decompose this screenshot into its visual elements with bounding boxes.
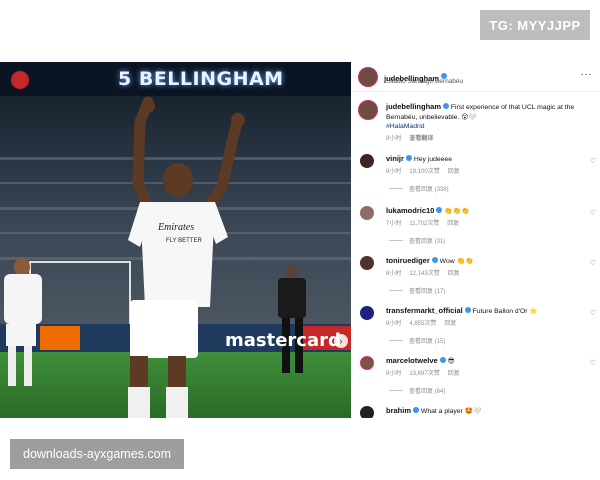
post-location[interactable]: Estadio Santiago Bernabéu	[384, 78, 463, 85]
heart-icon[interactable]: ♡	[590, 259, 596, 267]
comment-text: 😎	[447, 358, 455, 365]
caption-username[interactable]: judebellingham	[386, 102, 441, 111]
post-caption: judebellingham First experience of that …	[386, 102, 591, 144]
view-replies-link[interactable]: 查看回复 (31)	[389, 236, 445, 245]
comment-username[interactable]: marcelotwelve	[386, 356, 438, 365]
sponsor-board-text: mastercard	[225, 330, 341, 351]
next-image-button[interactable]: ›	[334, 334, 348, 348]
comment-meta: 8小时 4,855次赞 回复	[386, 318, 464, 327]
view-replies-link[interactable]: 查看回复 (17)	[389, 286, 445, 295]
verified-badge-icon	[405, 155, 412, 162]
comment-body: brahim What a player 🤩🤍	[386, 406, 581, 416]
stadium-screen-text: 5 BELLINGHAM	[118, 68, 284, 90]
comment-body: lukamodric10 👏👏👏	[386, 206, 581, 216]
heart-icon[interactable]: ♡	[590, 209, 596, 217]
caption-meta: 8小时 查看翻译	[386, 135, 591, 145]
reply-button[interactable]: 回复	[448, 371, 460, 377]
comment-text: Hey judeeee	[413, 156, 452, 163]
photo-illustration: Emirates FLY BETTER	[0, 62, 351, 418]
see-translation-link[interactable]: 查看翻译	[409, 136, 433, 142]
comment-likes[interactable]: 11,702次赞	[409, 221, 439, 227]
comment-time: 8小时	[386, 169, 402, 175]
comment-meta: 8小时 19,100次赞 回复	[386, 166, 468, 175]
comment-time: 8小时	[386, 321, 402, 327]
watermark-bottom: downloads-ayxgames.com	[10, 439, 184, 469]
comment-time: 7小时	[386, 221, 402, 227]
view-replies-link[interactable]: 查看回复 (15)	[389, 336, 445, 345]
reply-button[interactable]: 回复	[448, 169, 460, 175]
commenter-avatar[interactable]	[360, 206, 374, 220]
comment-item: vinijr Hey judeeee 8小时 19,100次赞 回复 查看回复 (3…	[352, 152, 600, 202]
heart-icon[interactable]: ♡	[590, 157, 596, 165]
comment-text: Future Ballon d'Or ⭐	[472, 308, 538, 315]
comment-body: transfermarkt_official Future Ballon d'O…	[386, 306, 581, 316]
comment-likes[interactable]: 4,855次赞	[409, 321, 436, 327]
caption-time: 8小时	[386, 135, 402, 142]
post-side-panel: judebellingham Estadio Santiago Bernabéu…	[352, 62, 600, 418]
comment-item: marcelotwelve 😎 8小时 13,697次赞 回复 查看回复 (64) …	[352, 354, 600, 404]
verified-badge-icon	[464, 307, 471, 314]
author-avatar[interactable]	[358, 67, 378, 87]
comment-meta: 7小时 11,702次赞 回复	[386, 218, 467, 227]
comment-likes[interactable]: 12,143次赞	[409, 271, 439, 277]
comment-item: transfermarkt_official Future Ballon d'O…	[352, 304, 600, 354]
comment-username[interactable]: toniruediger	[386, 256, 430, 265]
commenter-avatar[interactable]	[360, 406, 374, 418]
comment-body: vinijr Hey judeeee	[386, 154, 581, 164]
verified-badge-icon	[436, 207, 443, 214]
view-replies-link[interactable]: 查看回复 (64)	[389, 386, 445, 395]
caption-hashtag[interactable]: #HalaMadrid	[386, 123, 425, 130]
comment-meta: 8小时 13,697次赞 回复	[386, 368, 468, 377]
screenshot: TG: MYYJJPP Emirates FLY BETTER 5 BELLIN…	[0, 0, 600, 480]
svg-text:Emirates: Emirates	[157, 222, 194, 233]
commenter-avatar[interactable]	[360, 256, 374, 270]
comment-time: 8小时	[386, 271, 402, 277]
comment-body: toniruediger Wow 👏👏	[386, 256, 581, 266]
verified-badge-icon	[439, 357, 446, 364]
heart-icon[interactable]: ♡	[590, 359, 596, 367]
watermark-top: TG: MYYJJPP	[480, 10, 590, 40]
comment-text: 👏👏👏	[444, 208, 470, 215]
comment-likes[interactable]: 13,697次赞	[409, 371, 439, 377]
comment-item: lukamodric10 👏👏👏 7小时 11,702次赞 回复 查看回复 (31)…	[352, 204, 600, 254]
heart-icon[interactable]: ♡	[590, 309, 596, 317]
reply-button[interactable]: 回复	[447, 221, 459, 227]
comment-username[interactable]: lukamodric10	[386, 206, 434, 215]
commenter-avatar[interactable]	[360, 356, 374, 370]
comment-likes[interactable]: 19,100次赞	[409, 169, 439, 175]
svg-text:FLY BETTER: FLY BETTER	[166, 238, 202, 244]
comment-item: brahim What a player 🤩🤍	[352, 404, 600, 418]
reply-button[interactable]: 回复	[448, 271, 460, 277]
commenter-avatar[interactable]	[360, 154, 374, 168]
chevron-right-icon: ›	[339, 336, 343, 346]
comment-body: marcelotwelve 😎	[386, 356, 581, 366]
post-photo[interactable]: Emirates FLY BETTER 5 BELLINGHAM masterc…	[0, 62, 351, 418]
comment-text: What a player 🤩🤍	[420, 408, 482, 415]
verified-badge-icon	[431, 257, 438, 264]
commenter-avatar[interactable]	[360, 306, 374, 320]
post-header: judebellingham Estadio Santiago Bernabéu…	[352, 62, 600, 92]
verified-badge-icon	[443, 103, 450, 110]
caption-avatar[interactable]	[358, 100, 378, 120]
comment-meta: 8小时 12,143次赞 回复	[386, 268, 468, 277]
comment-text: Wow 👏👏	[439, 258, 474, 265]
comment-username[interactable]: transfermarkt_official	[386, 306, 463, 315]
reply-button[interactable]: 回复	[444, 321, 456, 327]
view-replies-link[interactable]: 查看回复 (338)	[389, 184, 449, 193]
comment-username[interactable]: vinijr	[386, 154, 404, 163]
comment-item: toniruediger Wow 👏👏 8小时 12,143次赞 回复 查看回复 (…	[352, 254, 600, 304]
verified-badge-icon	[413, 407, 420, 414]
comment-time: 8小时	[386, 371, 402, 377]
comment-username[interactable]: brahim	[386, 406, 411, 415]
more-options-icon[interactable]: ···	[581, 70, 593, 80]
